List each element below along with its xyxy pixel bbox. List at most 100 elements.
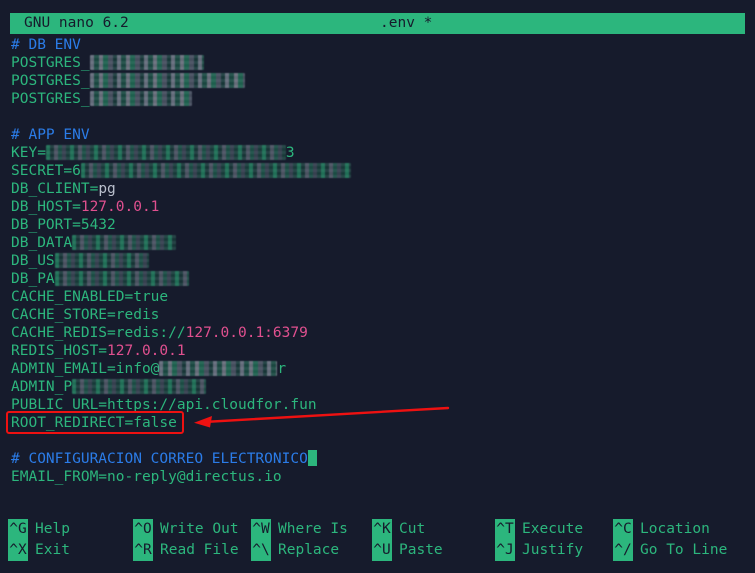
shortcut-where-is[interactable]: ^W Where Is [251,519,348,540]
editor-line[interactable]: SECRET=6 [0,162,755,180]
env-var-key: ADMIN_P [11,379,73,395]
shortcut-column: ^K Cut ^U Paste [372,519,443,561]
shortcut-key: ^T [495,519,515,540]
editor-line[interactable]: ADMIN_EMAIL=info@ r [0,360,755,378]
shortcut-label: Exit [35,542,70,558]
shortcut-label: Justify [522,542,584,558]
nano-program-name: GNU nano 6.2 [24,15,129,31]
env-var-key: POSTGRES_ [11,73,90,89]
env-var-value: no-reply@directus.io [107,469,282,485]
env-var-key: CACHE_ENABLED= [11,289,134,305]
editor-line[interactable]: CACHE_ENABLED=true [0,288,755,306]
shortcut-go-to-line[interactable]: ^/ Go To Line [613,540,727,561]
editor-line[interactable]: REDIS_HOST=127.0.0.1 [0,342,755,360]
shortcut-label: Write Out [160,521,239,537]
shortcut-read-file[interactable]: ^R Read File [133,540,239,561]
editor-line[interactable]: DB_DATA [0,234,755,252]
env-var-value-tail: 3 [285,145,295,161]
redacted-value [89,55,204,70]
shortcut-key: ^G [8,519,28,540]
env-var-key: EMAIL_FROM= [11,469,108,485]
editor-line[interactable]: EMAIL_FROM=no-reply@directus.io [0,468,755,486]
editor-line[interactable]: DB_PORT=5432 [0,216,755,234]
shortcut-column: ^O Write Out ^R Read File [133,519,239,561]
env-var-value: true [133,289,169,305]
env-var-key: DB_HOST= [11,199,81,215]
nano-shortcut-bar: ^G Help ^X Exit ^O Write Out ^R Read File ^W Wher… [0,519,755,565]
shortcut-cut[interactable]: ^K Cut [372,519,443,540]
shortcut-key: ^W [251,519,271,540]
redacted-value [54,253,149,268]
shortcut-label: Help [35,521,70,537]
shortcut-location[interactable]: ^C Location [613,519,727,540]
shortcut-key: ^K [372,519,392,540]
env-var-key: DB_DATA [11,235,73,251]
env-var-key: DB_PA [11,271,55,287]
env-var-key: DB_US [11,253,55,269]
shortcut-column: ^C Location ^/ Go To Line [613,519,727,561]
env-var-value: pg [98,181,116,197]
shortcut-justify[interactable]: ^J Justify [495,540,583,561]
redacted-value [80,163,351,178]
env-var-key: DB_CLIENT= [11,181,99,197]
env-var-key: SECRET=6 [11,163,81,179]
nano-title-bar: GNU nano 6.2 .env * [10,13,745,34]
env-var-value: false [133,415,177,431]
editor-line[interactable]: CACHE_STORE=redis [0,306,755,324]
shortcut-label: Go To Line [640,542,728,558]
editor-line[interactable]: # CONFIGURACION CORREO ELECTRONICO [0,450,755,468]
env-var-key: POSTGRES_ [11,91,90,107]
shortcut-key: ^X [8,540,28,561]
editor-line[interactable]: PUBLIC_URL=https://api.cloudfor.fun [0,396,755,414]
editor-line[interactable]: # DB ENV [0,36,755,54]
shortcut-column: ^T Execute ^J Justify [495,519,583,561]
editor-text-area[interactable]: # DB ENV POSTGRES_ POSTGRES_ POSTGRES_ # AP… [0,36,755,506]
redacted-value [89,91,192,106]
shortcut-help[interactable]: ^G Help [8,519,70,540]
shortcut-execute[interactable]: ^T Execute [495,519,583,540]
editor-line[interactable]: POSTGRES_ [0,54,755,72]
env-var-key: KEY= [11,145,46,161]
nano-editor-window: GNU nano 6.2 .env * # DB ENV POSTGRES_ POS… [0,0,755,573]
env-var-value: redis [115,307,160,323]
env-var-key: PUBLIC_URL= [11,397,108,413]
env-var-value: 127.0.0.1 [80,199,160,215]
shortcut-key: ^R [133,540,153,561]
shortcut-key: ^/ [613,540,633,561]
shortcut-replace[interactable]: ^\ Replace [251,540,348,561]
shortcut-label: Location [640,521,710,537]
env-var-value: 127.0.0.1 [107,343,186,359]
env-var-value: https://api.cloudfor.fun [107,397,317,413]
shortcut-write-out[interactable]: ^O Write Out [133,519,239,540]
editor-line[interactable]: # APP ENV [0,126,755,144]
env-var-key: ROOT_REDIRECT= [11,415,134,431]
env-var-value-tail: r [277,361,287,377]
editor-line[interactable]: ROOT_REDIRECT=false [0,414,755,432]
editor-line[interactable]: DB_HOST=127.0.0.1 [0,198,755,216]
shortcut-label: Paste [399,542,443,558]
editor-line[interactable]: POSTGRES_ [0,72,755,90]
redacted-value [54,271,189,286]
editor-line[interactable] [0,432,755,450]
editor-line[interactable]: CACHE_REDIS=redis://127.0.0.1:6379 [0,324,755,342]
shortcut-key: ^C [613,519,633,540]
editor-line[interactable]: DB_CLIENT=pg [0,180,755,198]
editor-line[interactable]: DB_US [0,252,755,270]
editor-line[interactable]: ADMIN_P [0,378,755,396]
editor-line[interactable] [0,108,755,126]
shortcut-key: ^\ [251,540,271,561]
env-var-key: POSTGRES_ [11,55,90,71]
editor-line[interactable]: DB_PA [0,270,755,288]
editor-line[interactable]: POSTGRES_ [0,90,755,108]
redacted-value [72,235,177,250]
redacted-value [159,361,278,376]
env-var-key: CACHE_REDIS=redis:// [11,325,186,341]
env-var-key: ADMIN_EMAIL=info@ [11,361,160,377]
editor-line[interactable]: KEY= 3 [0,144,755,162]
shortcut-label: Where Is [278,521,348,537]
env-var-key: REDIS_HOST= [11,343,108,359]
text-cursor [307,450,317,466]
shortcut-exit[interactable]: ^X Exit [8,540,70,561]
shortcut-paste[interactable]: ^U Paste [372,540,443,561]
shortcut-key: ^U [372,540,392,561]
